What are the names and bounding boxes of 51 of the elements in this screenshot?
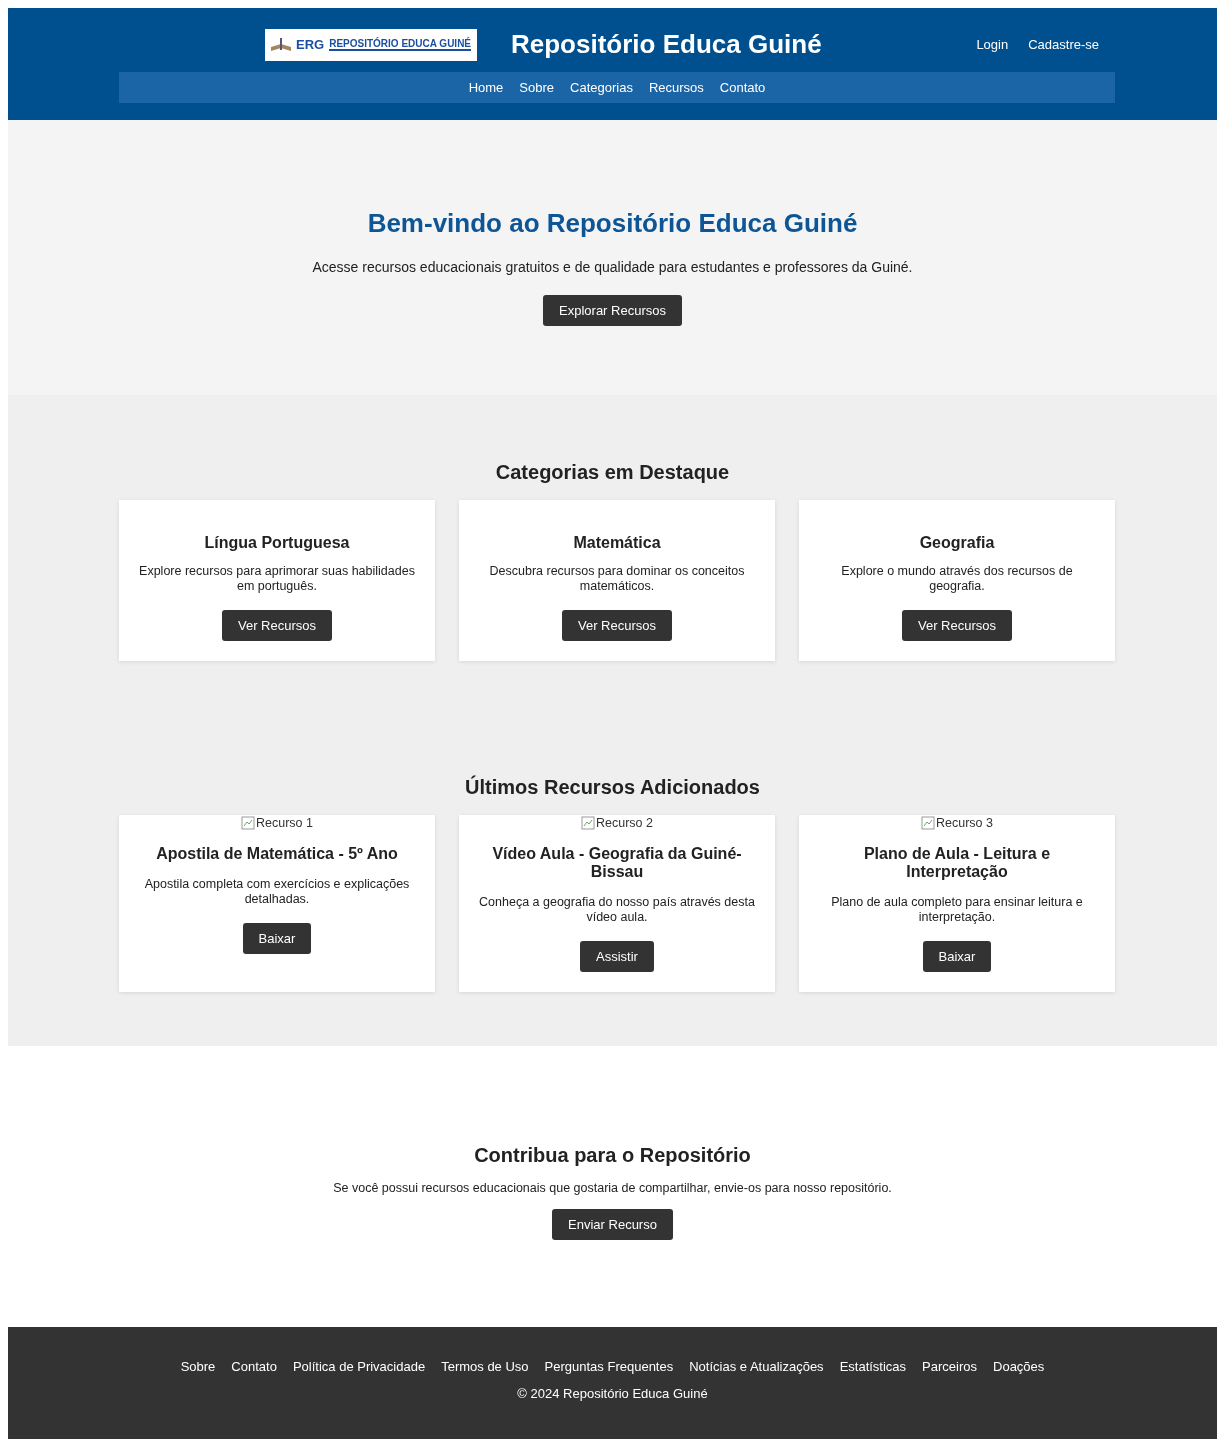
footer-link[interactable]: Termos de Uso (441, 1359, 529, 1374)
card-title: Geografia (919, 534, 995, 552)
card-title: Plano de Aula - Leitura e Interpretação (862, 845, 1052, 881)
nav-link[interactable]: Contato (719, 80, 766, 95)
site-title: Repositório Educa Guiné (511, 29, 822, 60)
card-title: Matemática (573, 534, 661, 552)
view-resources-button[interactable]: Ver Recursos (221, 610, 332, 641)
card-title: Língua Portuguesa (204, 534, 350, 552)
card-text: Conheça a geografia do nosso país através desta vídeo aula. (478, 895, 756, 925)
card-text: Explore o mundo através dos recursos de geografia. (840, 564, 1074, 594)
resource-action-button[interactable]: Baixar (242, 923, 312, 954)
resource-action-button[interactable]: Baixar (922, 941, 992, 972)
explore-button[interactable]: Explorar Recursos (543, 295, 682, 326)
nav-link[interactable]: Recursos (648, 80, 704, 95)
footer-link[interactable]: Notícias e Atualizações (689, 1359, 824, 1374)
hero-text: Acesse recursos educacionais gratuitos e de qualidade para estudantes e professores da Guiné. (311, 259, 914, 275)
footer-link[interactable]: Contato (231, 1359, 277, 1374)
card-text: Plano de aula completo para ensinar leitura e interpretação. (830, 895, 1084, 925)
section-title: Categorias em Destaque (494, 461, 731, 484)
footer-link[interactable]: Estatísticas (839, 1359, 907, 1374)
footer-link[interactable]: Sobre (180, 1359, 216, 1374)
card-title: Vídeo Aula - Geografia da Guiné-Bissau (491, 845, 743, 881)
footer-link[interactable]: Política de Privacidade (292, 1359, 426, 1374)
card-title: Apostila de Matemática - 5º Ano (156, 845, 398, 863)
section-title: Últimos Recursos Adicionados (464, 776, 761, 799)
nav-link[interactable]: Categorias (570, 80, 633, 95)
hero-title: Bem-vindo ao Repositório Educa Guiné (366, 208, 859, 239)
copyright-text: © 2024 Repositório Educa Guiné (516, 1386, 709, 1401)
resource-action-button[interactable]: Assistir (580, 941, 654, 972)
site-logo[interactable]: ERG REPOSITÓRIO EDUCA GUINÉ (265, 28, 477, 61)
logo-mark: ERG (296, 37, 325, 52)
footer-link[interactable]: Perguntas Frequentes (544, 1359, 674, 1374)
nav-link[interactable]: Sobre (519, 80, 554, 95)
section-title: Contribua para o Repositório (473, 1144, 752, 1167)
card-text: Explore recursos para aprimorar suas habilidades em português. (138, 564, 416, 594)
view-resources-button[interactable]: Ver Recursos (561, 610, 672, 641)
logo-text: REPOSITÓRIO EDUCA GUINÉ (329, 38, 472, 51)
account-link[interactable]: Login (976, 37, 1009, 52)
submit-resource-button[interactable]: Enviar Recurso (552, 1209, 673, 1240)
image-alt-text: Recurso 2 (596, 816, 653, 830)
image-alt-text: Recurso 1 (256, 816, 313, 830)
contribute-text: Se você possui recursos educacionais que gostaria de compartilhar, envie-os para nosso repositório. (332, 1181, 893, 1195)
image-alt-text: Recurso 3 (936, 816, 993, 830)
footer-link[interactable]: Doações (993, 1359, 1045, 1374)
view-resources-button[interactable]: Ver Recursos (901, 610, 1012, 641)
book-icon (271, 37, 291, 52)
nav-link[interactable]: Home (468, 80, 504, 95)
account-link[interactable]: Cadastre-se (1028, 37, 1099, 52)
card-text: Descubra recursos para dominar os conceitos matemáticos. (488, 564, 746, 594)
card-text: Apostila completa com exercícios e explicações detalhadas. (143, 877, 411, 907)
footer-link[interactable]: Parceiros (922, 1359, 977, 1374)
